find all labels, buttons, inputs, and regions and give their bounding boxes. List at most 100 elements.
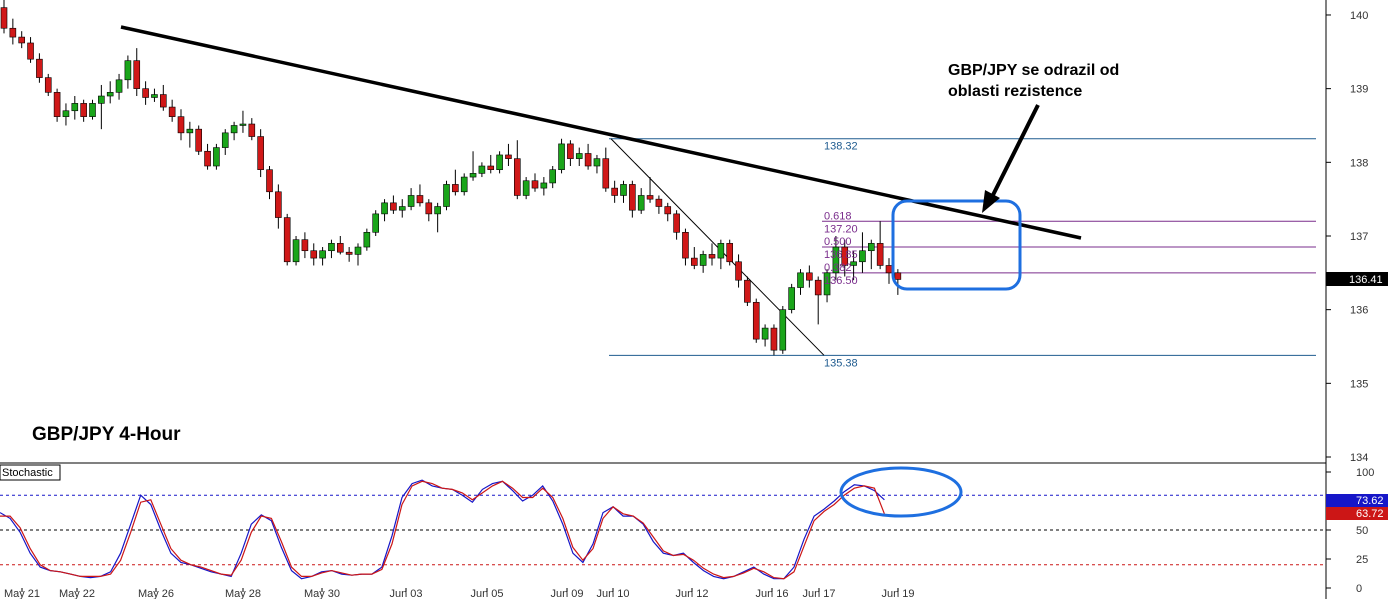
candle-down xyxy=(452,184,459,193)
candle-down xyxy=(567,143,574,159)
time-tick-label: Jun 10 xyxy=(596,588,629,599)
candle-up xyxy=(328,243,335,252)
candle-down xyxy=(266,169,273,193)
candle-down xyxy=(345,251,353,255)
candle-down xyxy=(18,36,26,44)
fib-price-label: 136.50 xyxy=(824,275,858,287)
candle-up xyxy=(354,246,362,255)
price-tick-label: 135 xyxy=(1350,378,1368,390)
candle-up xyxy=(213,147,220,167)
candle-up xyxy=(797,272,804,288)
candle-up xyxy=(151,94,158,98)
candle-up xyxy=(115,79,123,93)
candle-down xyxy=(168,106,176,117)
candle-down xyxy=(416,195,424,204)
candle-down xyxy=(44,77,52,93)
candle-up xyxy=(372,213,380,233)
candle-down xyxy=(27,42,34,60)
price-tick-label: 138 xyxy=(1350,157,1368,169)
fib-price-label: 136.85 xyxy=(824,249,858,261)
candle-up xyxy=(381,202,388,215)
candle-down xyxy=(53,92,61,117)
candle-up xyxy=(292,239,300,263)
candle-up xyxy=(717,243,725,259)
candle-down xyxy=(584,153,592,167)
time-tick-label: May 22 xyxy=(59,588,95,599)
candle-down xyxy=(487,165,495,170)
current-price-label: 136.41 xyxy=(1349,274,1383,286)
candle-down xyxy=(646,195,654,200)
candle-down xyxy=(735,261,742,281)
annotation-text-line1: GBP/JPY se odrazil od xyxy=(948,62,1119,79)
candle-down xyxy=(690,257,698,266)
candle-down xyxy=(682,232,689,259)
candle-up xyxy=(549,169,557,184)
candle-down xyxy=(806,272,813,281)
candle-down xyxy=(664,206,672,215)
candle-down xyxy=(611,187,618,196)
candle-down xyxy=(752,301,760,340)
price-tick-label: 139 xyxy=(1350,84,1368,96)
candle-up xyxy=(98,95,105,104)
candle-down xyxy=(655,198,663,207)
chart-title: GBP/JPY 4-Hour xyxy=(32,424,181,445)
candle-down xyxy=(513,158,521,196)
fib-ratio-label: 0.618 xyxy=(824,210,852,222)
level-high-label: 138.32 xyxy=(824,141,858,153)
time-tick-label: May 28 xyxy=(225,588,261,599)
candle-down xyxy=(770,327,778,351)
candle-up xyxy=(761,327,769,340)
fib-ratio-label: 0.500 xyxy=(824,236,852,248)
candle-up xyxy=(434,206,441,215)
time-tick-label: Jun 03 xyxy=(389,588,422,599)
candle-up xyxy=(469,173,477,178)
candle-down xyxy=(0,7,8,29)
candle-up xyxy=(788,287,795,310)
candle-up xyxy=(89,103,96,117)
candle-up xyxy=(460,176,468,193)
fib-price-label: 137.20 xyxy=(824,223,858,235)
candle-up xyxy=(779,309,787,351)
candle-down xyxy=(505,154,512,159)
stoch-tick-label: 0 xyxy=(1356,583,1362,595)
candle-up xyxy=(407,195,415,207)
candle-up xyxy=(540,182,548,189)
candle-down xyxy=(629,184,636,211)
candle-down xyxy=(133,60,141,89)
candle-down xyxy=(310,250,318,259)
time-tick-label: Jun 19 xyxy=(881,588,914,599)
candle-down xyxy=(9,27,17,38)
level-low-label: 135.38 xyxy=(824,357,858,369)
candle-down xyxy=(894,272,902,280)
candle-up xyxy=(71,103,79,112)
chart-canvas: 138.32135.380.618137.200.500136.850.3821… xyxy=(0,0,1388,599)
time-tick-label: Jun 16 xyxy=(755,588,788,599)
candle-down xyxy=(425,202,433,215)
stoch-signal-value: 63.72 xyxy=(1356,508,1384,520)
candle-up xyxy=(221,132,229,148)
candle-down xyxy=(142,88,149,98)
candle-down xyxy=(80,103,87,117)
time-tick-label: Jun 09 xyxy=(550,588,583,599)
candle-up xyxy=(575,153,583,159)
candle-down xyxy=(336,243,344,253)
time-tick-label: May 26 xyxy=(138,588,174,599)
candle-down xyxy=(257,136,264,170)
price-tick-label: 136 xyxy=(1350,305,1368,317)
candle-up xyxy=(558,143,565,170)
candle-up xyxy=(522,180,530,196)
time-tick-label: May 21 xyxy=(4,588,40,599)
stoch-tick-label: 100 xyxy=(1356,467,1374,479)
annotation-text-line2: oblasti rezistence xyxy=(948,83,1082,100)
candle-up xyxy=(319,250,326,259)
candle-up xyxy=(239,123,247,126)
candle-down xyxy=(195,128,202,152)
candle-up xyxy=(859,250,866,263)
candle-up xyxy=(443,184,450,207)
candle-up xyxy=(230,125,238,134)
candle-down xyxy=(36,58,43,78)
candle-up xyxy=(620,184,627,196)
candle-up xyxy=(62,110,70,117)
candle-up xyxy=(398,206,406,211)
time-tick-label: May 30 xyxy=(304,588,340,599)
